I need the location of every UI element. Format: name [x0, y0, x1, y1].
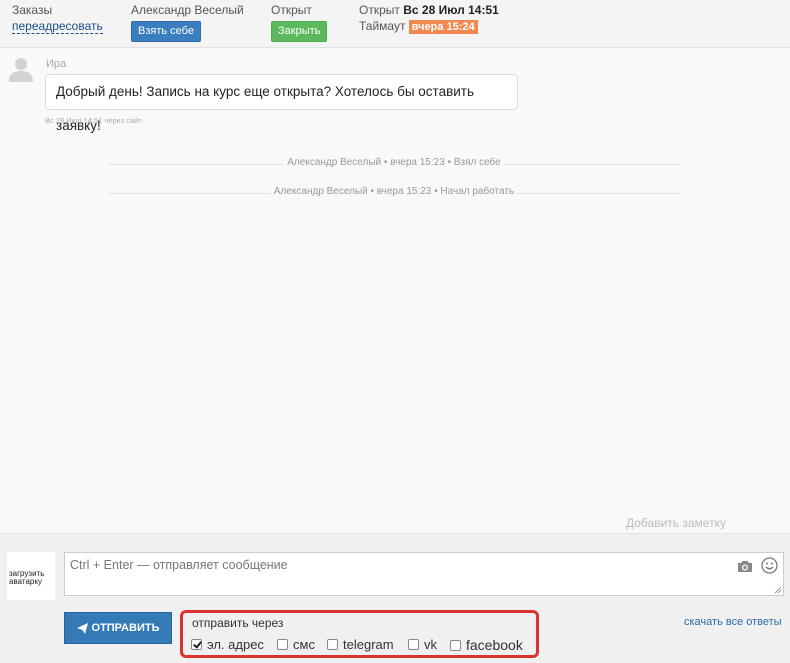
smile-icon[interactable]: [761, 557, 778, 574]
message-input[interactable]: Ctrl + Enter — отправляет сообщение: [64, 552, 784, 596]
avatar-upload-label: загрузить аватарку: [9, 569, 45, 586]
camera-icon[interactable]: [737, 560, 753, 573]
opened-label: Открыт: [359, 3, 400, 17]
channel-vk-label: vk: [424, 637, 437, 652]
redirect-link[interactable]: переадресовать: [12, 20, 103, 34]
status-label: Открыт: [271, 3, 312, 17]
resize-icon[interactable]: [774, 586, 782, 594]
send-via-label: отправить через: [192, 616, 284, 630]
timeout-row: Таймаут вчера 15:24: [359, 19, 499, 34]
timeout-badge: вчера 15:24: [408, 20, 478, 34]
checkbox-facebook[interactable]: [450, 639, 461, 651]
checkbox-sms[interactable]: [277, 639, 288, 650]
channel-sms[interactable]: смс: [277, 637, 315, 652]
send-button[interactable]: ОТПРАВИТЬ: [64, 612, 172, 644]
timeout-label: Таймаут: [359, 19, 406, 33]
status-column: Открыт Закрыть: [271, 3, 328, 42]
channel-email-label: эл. адрес: [207, 637, 264, 652]
add-note-link[interactable]: Добавить заметку: [626, 516, 726, 530]
take-button[interactable]: Взять себе: [131, 21, 201, 42]
event-row: Александр Веселый • вчера 15:23 • Начал …: [108, 186, 680, 200]
send-button-label: ОТПРАВИТЬ: [91, 622, 160, 634]
ticket-header: Заказы переадресовать Александр Веселый …: [0, 0, 790, 48]
channel-email[interactable]: эл. адрес: [191, 637, 264, 652]
event-text: Александр Веселый • вчера 15:23 • Взял с…: [284, 157, 504, 168]
agent-column: Александр Веселый Взять себе: [131, 3, 244, 42]
channel-facebook-label: facebook: [466, 637, 523, 653]
send-via-box: отправить через эл. адрес смс telegram v…: [180, 610, 539, 658]
channel-telegram-label: telegram: [343, 637, 394, 652]
opened-value: Вс 28 Июл 14:51: [403, 3, 499, 17]
channel-telegram[interactable]: telegram: [327, 637, 394, 652]
checkbox-email[interactable]: [191, 639, 202, 650]
orders-column: Заказы переадресовать: [12, 3, 103, 34]
checkbox-vk[interactable]: [408, 639, 419, 650]
message-author: Ира: [46, 58, 67, 70]
orders-label: Заказы: [12, 3, 53, 17]
message-meta: Вс 28 Июл 14:51 через сайт: [45, 116, 142, 125]
event-text: Александр Веселый • вчера 15:23 • Начал …: [270, 186, 518, 197]
message-bubble: Добрый день! Запись на курс еще открыта?…: [45, 74, 518, 133]
agent-name: Александр Веселый: [131, 3, 244, 17]
composer: загрузить аватарку Ctrl + Enter — отправ…: [0, 533, 790, 663]
timing-column: Открыт Вс 28 Июл 14:51 Таймаут вчера 15:…: [359, 3, 499, 34]
checkbox-telegram[interactable]: [327, 639, 338, 650]
event-row: Александр Веселый • вчера 15:23 • Взял с…: [108, 157, 680, 171]
channel-sms-label: смс: [293, 637, 315, 652]
channel-vk[interactable]: vk: [408, 637, 437, 652]
paper-plane-icon: [76, 622, 88, 634]
close-button[interactable]: Закрыть: [271, 21, 328, 42]
message-input-placeholder: Ctrl + Enter — отправляет сообщение: [70, 558, 288, 572]
avatar-upload[interactable]: загрузить аватарку: [7, 552, 55, 600]
user-icon: [9, 58, 33, 82]
channel-facebook[interactable]: facebook: [450, 637, 523, 653]
opened-row: Открыт Вс 28 Июл 14:51: [359, 3, 499, 17]
download-all-link[interactable]: скачать все ответы: [684, 616, 782, 628]
